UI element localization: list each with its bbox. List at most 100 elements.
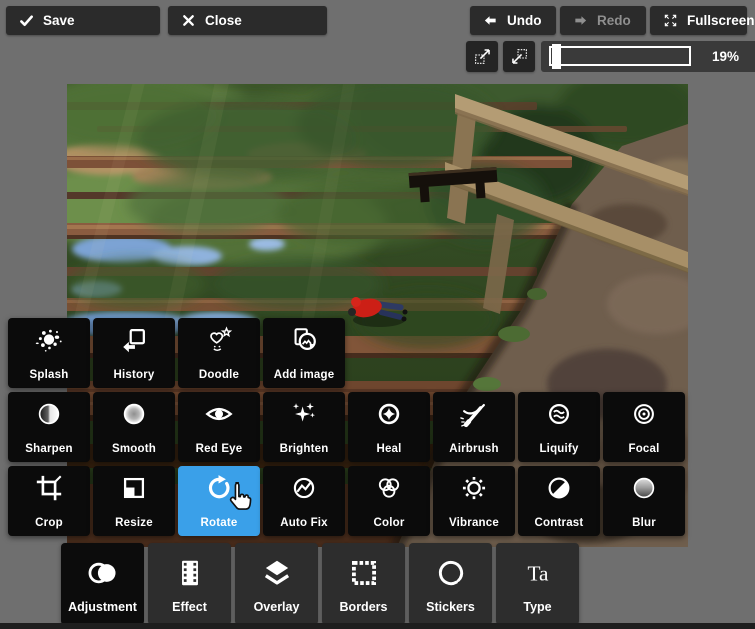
toolbar-label: Type [523, 600, 552, 614]
save-button-label: Save [43, 13, 75, 28]
tool-label: Crop [35, 517, 63, 529]
undo-button[interactable]: Undo [470, 6, 556, 35]
effect-icon [173, 556, 207, 590]
tool-label: Resize [115, 517, 153, 529]
tool-label: Sharpen [25, 443, 73, 455]
tool-history[interactable]: History [93, 318, 175, 388]
tool-crop[interactable]: Crop [8, 466, 90, 536]
borders-icon [347, 556, 381, 590]
toolbar-type[interactable]: Type [496, 543, 579, 625]
redo-button[interactable]: Redo [560, 6, 646, 35]
close-button-label: Close [205, 13, 242, 28]
tool-label: Blur [632, 517, 656, 529]
tool-label: History [113, 369, 155, 381]
zoom-slider-track[interactable] [549, 46, 691, 66]
overlay-icon [260, 556, 294, 590]
close-button[interactable]: Close [168, 6, 327, 35]
check-icon [19, 13, 34, 28]
sharpen-icon [34, 399, 64, 429]
tool-vibrance[interactable]: Vibrance [433, 466, 515, 536]
tool-contrast[interactable]: Contrast [518, 466, 600, 536]
zoom-in-button[interactable] [466, 41, 498, 72]
tool-label: Add image [273, 369, 335, 381]
tool-rotate[interactable]: Rotate [178, 466, 260, 536]
undo-button-label: Undo [507, 13, 542, 28]
tool-doodle[interactable]: Doodle [178, 318, 260, 388]
red-eye-icon [204, 399, 234, 429]
toolbar-borders[interactable]: Borders [322, 543, 405, 625]
tool-label: Color [373, 517, 405, 529]
toolbar-stickers[interactable]: Stickers [409, 543, 492, 625]
tool-blur[interactable]: Blur [603, 466, 685, 536]
tool-label: Doodle [198, 369, 240, 381]
heal-icon [374, 399, 404, 429]
tool-label: Rotate [200, 517, 238, 529]
auto-fix-icon [289, 473, 319, 503]
vibrance-icon [459, 473, 489, 503]
smooth-icon [119, 399, 149, 429]
history-icon [119, 325, 149, 355]
tool-label: Vibrance [449, 517, 499, 529]
splash-icon [34, 325, 64, 355]
toolbar-overlay[interactable]: Overlay [235, 543, 318, 625]
tool-smooth[interactable]: Smooth [93, 392, 175, 462]
tool-heal[interactable]: Heal [348, 392, 430, 462]
tool-add-image[interactable]: Add image [263, 318, 345, 388]
tool-liquify[interactable]: Liquify [518, 392, 600, 462]
toolbar-label: Borders [339, 600, 388, 614]
redo-arrow-icon [573, 13, 588, 28]
tool-color[interactable]: Color [348, 466, 430, 536]
tool-label: Auto Fix [280, 517, 328, 529]
tool-auto-fix[interactable]: Auto Fix [263, 466, 345, 536]
fullscreen-button[interactable]: Fullscreen [650, 6, 755, 35]
toolbar-label: Effect [172, 600, 207, 614]
add-image-icon [289, 325, 319, 355]
adjustment-icon [86, 556, 120, 590]
rotate-icon [204, 473, 234, 503]
toolbar-label: Overlay [253, 600, 300, 614]
toolbar-label: Stickers [426, 600, 475, 614]
tool-sharpen[interactable]: Sharpen [8, 392, 90, 462]
doodle-icon [204, 325, 234, 355]
undo-arrow-icon [483, 13, 498, 28]
tool-airbrush[interactable]: Airbrush [433, 392, 515, 462]
tool-label: Liquify [539, 443, 579, 455]
fullscreen-button-label: Fullscreen [687, 13, 755, 28]
tool-label: Airbrush [449, 443, 499, 455]
toolbar-label: Adjustment [68, 600, 137, 614]
tool-splash[interactable]: Splash [8, 318, 90, 388]
stickers-icon [434, 556, 468, 590]
photo-editor-app: Save Close Undo Redo Fullscreen 19% Spla… [0, 0, 755, 629]
zoom-out-icon [510, 47, 529, 66]
resize-icon [119, 473, 149, 503]
tool-label: Brighten [279, 443, 329, 455]
tool-label: Smooth [112, 443, 156, 455]
brighten-icon [289, 399, 319, 429]
tool-brighten[interactable]: Brighten [263, 392, 345, 462]
zoom-out-button[interactable] [503, 41, 535, 72]
focal-icon [629, 399, 659, 429]
airbrush-icon [459, 399, 489, 429]
tool-red-eye[interactable]: Red Eye [178, 392, 260, 462]
crop-icon [34, 473, 64, 503]
zoom-slider-handle[interactable] [552, 44, 561, 69]
toolbar-adjustment[interactable]: Adjustment [61, 543, 144, 625]
tool-resize[interactable]: Resize [93, 466, 175, 536]
color-icon [374, 473, 404, 503]
toolbar-effect[interactable]: Effect [148, 543, 231, 625]
type-icon [521, 556, 555, 590]
redo-button-label: Redo [597, 13, 631, 28]
tool-label: Splash [29, 369, 69, 381]
zoom-level: 19% [711, 49, 739, 64]
contrast-icon [544, 473, 574, 503]
zoom-slider-bar: 19% [541, 41, 755, 72]
tool-label: Heal [376, 443, 402, 455]
close-icon [181, 13, 196, 28]
tool-label: Red Eye [195, 443, 243, 455]
bottom-edge-bar [0, 623, 755, 629]
save-button[interactable]: Save [6, 6, 160, 35]
tool-label: Focal [628, 443, 660, 455]
zoom-in-icon [473, 47, 492, 66]
fullscreen-icon [663, 13, 678, 28]
tool-focal[interactable]: Focal [603, 392, 685, 462]
